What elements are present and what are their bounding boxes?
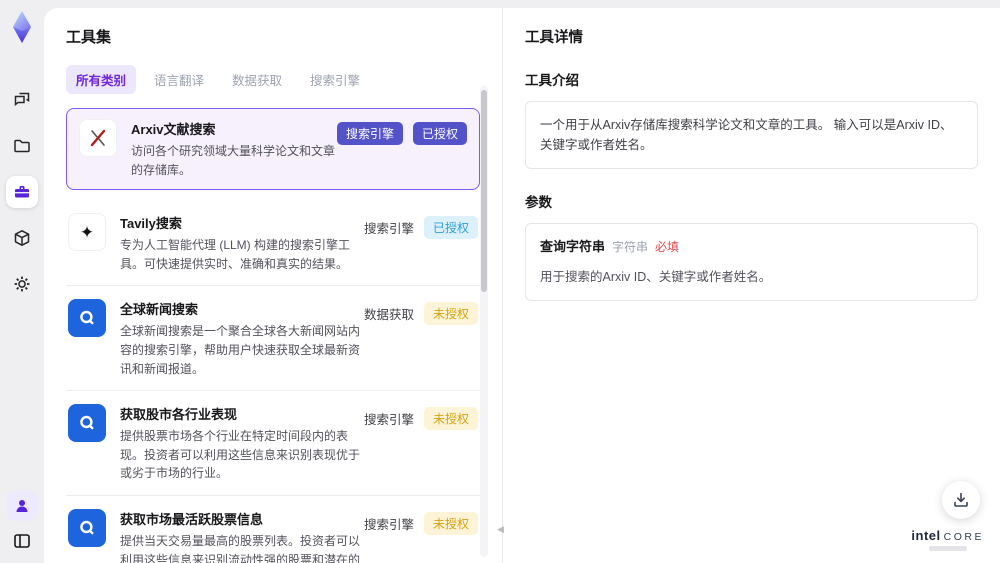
main-panel: 工具集 所有类别 语言翻译 数据获取 搜索引擎 Arxiv文献搜索 访问各个研究… — [44, 8, 1000, 563]
tavily-logo-icon: ✦ — [68, 213, 106, 252]
tool-detail-pane: 工具详情 工具介绍 一个用于从Arxiv存储库搜索科学论文和文章的工具。 输入可… — [502, 8, 1000, 563]
tab-search-engine[interactable]: 搜索引擎 — [300, 65, 370, 94]
arxiv-logo-icon — [79, 119, 117, 157]
tool-desc: 全球新闻搜索是一个聚合全球各大新闻网站内容的搜索引擎，帮助用户快速获取全球最新资… — [120, 324, 361, 376]
provider-logo-icon — [68, 508, 106, 547]
download-button[interactable] — [942, 481, 980, 519]
category-label: 搜索引擎 — [363, 517, 414, 532]
intro-heading: 工具介绍 — [525, 73, 579, 88]
tool-title: Tavily搜索 — [120, 216, 182, 232]
intel-core-text: intel CORE — [911, 528, 984, 543]
tab-data-acquisition[interactable]: 数据获取 — [222, 65, 292, 94]
tool-meta: 搜索引擎 未授权 — [364, 509, 478, 535]
category-label: 搜索引擎 — [363, 413, 414, 428]
param-box: 查询字符串 字符串 必填 用于搜索的Arxiv ID、关键字或作者姓名。 — [525, 223, 978, 301]
tool-card-global-news[interactable]: 全球新闻搜索 全球新闻搜索是一个聚合全球各大新闻网站内容的搜索引擎，帮助用户快速… — [66, 286, 480, 392]
auth-badge: 未授权 — [423, 302, 478, 326]
tool-desc: 提供股票市场各个行业在特定时间段内的表现。投资者可以利用这些信息来识别表现优于或… — [120, 429, 361, 481]
tab-all-categories[interactable]: 所有类别 — [66, 65, 137, 94]
tool-meta: 搜索引擎 已授权 — [363, 213, 478, 240]
tool-title: 获取股市各行业表现 — [120, 407, 238, 423]
pane-collapse-handle[interactable]: ◀ — [497, 524, 504, 535]
provider-logo-icon — [68, 299, 106, 338]
core-wordmark: CORE — [943, 531, 984, 543]
tool-card-list: Arxiv文献搜索 访问各个研究领域大量科学论文和文章的存储库。 搜索引擎 已授… — [66, 108, 480, 563]
tool-desc: 专为人工智能代理 (LLM) 构建的搜索引擎工具。可快速提供实时、准确和真实的结… — [120, 238, 351, 271]
tab-language-translation[interactable]: 语言翻译 — [144, 65, 214, 94]
folder-nav-icon[interactable] — [6, 130, 38, 162]
scrollbar-thumb[interactable] — [481, 90, 487, 292]
tool-title: 全球新闻搜索 — [120, 302, 199, 318]
intel-badge-sub — [928, 546, 967, 551]
param-desc: 用于搜索的Arxiv ID、关键字或作者姓名。 — [540, 269, 772, 284]
chat-nav-icon[interactable] — [6, 84, 38, 116]
tool-meta: 搜索引擎 未授权 — [363, 404, 478, 431]
category-tabs: 所有类别 语言翻译 数据获取 搜索引擎 — [66, 65, 502, 94]
tool-meta: 搜索引擎 已授权 — [336, 119, 467, 145]
tool-desc: 提供当天交易量最高的股票列表。投资者可以利用这些信息来识别流动性强的股票和潜在的… — [120, 533, 361, 563]
param-name: 查询字符串 — [540, 239, 606, 254]
category-label: 搜索引擎 — [363, 222, 414, 237]
package-nav-icon[interactable] — [6, 222, 38, 254]
tool-title: 获取市场最活跃股票信息 — [120, 511, 264, 527]
intel-wordmark: intel — [911, 528, 941, 543]
tool-text: 获取股市各行业表现 提供股票市场各个行业在特定时间段内的表现。投资者可以利用这些… — [120, 404, 364, 483]
tool-desc: 访问各个研究领域大量科学论文和文章的存储库。 — [131, 144, 336, 177]
tool-text: 获取市场最活跃股票信息 提供当天交易量最高的股票列表。投资者可以利用这些信息来识… — [120, 509, 364, 563]
tool-card-arxiv[interactable]: Arxiv文献搜索 访问各个研究领域大量科学论文和文章的存储库。 搜索引擎 已授… — [66, 108, 480, 191]
detail-title: 工具详情 — [525, 30, 583, 46]
param-head: 查询字符串 字符串 必填 — [540, 237, 963, 258]
category-chip: 搜索引擎 — [336, 122, 403, 145]
tools-nav-icon[interactable] — [6, 176, 38, 208]
list-scrollbar[interactable] — [480, 86, 488, 557]
collapse-panel-icon[interactable] — [12, 531, 32, 551]
settings-nav-icon[interactable] — [6, 268, 38, 300]
auth-badge: 已授权 — [423, 216, 478, 240]
category-label: 数据获取 — [363, 308, 414, 323]
rail-bottom — [7, 491, 37, 551]
tool-title: Arxiv文献搜索 — [131, 122, 216, 137]
auth-badge: 已授权 — [412, 122, 467, 145]
app-logo-icon — [7, 10, 37, 44]
tool-meta: 数据获取 未授权 — [363, 299, 478, 326]
auth-badge: 未授权 — [423, 407, 478, 431]
intro-box: 一个用于从Arxiv存储库搜索科学论文和文章的工具。 输入可以是Arxiv ID… — [525, 101, 978, 169]
tool-card-tavily[interactable]: ✦ Tavily搜索 专为人工智能代理 (LLM) 构建的搜索引擎工具。可快速提… — [66, 200, 480, 287]
page-title: 工具集 — [66, 29, 112, 46]
left-rail — [0, 0, 44, 563]
param-required-flag: 必填 — [655, 240, 680, 254]
provider-logo-icon — [68, 404, 106, 443]
auth-badge: 未授权 — [423, 511, 478, 535]
tool-card-most-active-stocks[interactable]: 获取市场最活跃股票信息 提供当天交易量最高的股票列表。投资者可以利用这些信息来识… — [66, 496, 480, 563]
tool-text: 全球新闻搜索 全球新闻搜索是一个聚合全球各大新闻网站内容的搜索引擎，帮助用户快速… — [120, 299, 364, 378]
param-type: 字符串 — [612, 240, 649, 254]
intel-core-logo: intel CORE — [911, 528, 984, 551]
user-avatar-icon[interactable] — [7, 491, 37, 521]
params-heading: 参数 — [525, 195, 552, 210]
tool-text: Tavily搜索 专为人工智能代理 (LLM) 构建的搜索引擎工具。可快速提供实… — [120, 213, 364, 273]
rail-nav — [6, 84, 38, 300]
tool-text: Arxiv文献搜索 访问各个研究领域大量科学论文和文章的存储库。 — [131, 119, 337, 179]
tool-list-pane: 工具集 所有类别 语言翻译 数据获取 搜索引擎 Arxiv文献搜索 访问各个研究… — [44, 8, 502, 563]
tool-card-sector-performance[interactable]: 获取股市各行业表现 提供股票市场各个行业在特定时间段内的表现。投资者可以利用这些… — [66, 391, 480, 496]
